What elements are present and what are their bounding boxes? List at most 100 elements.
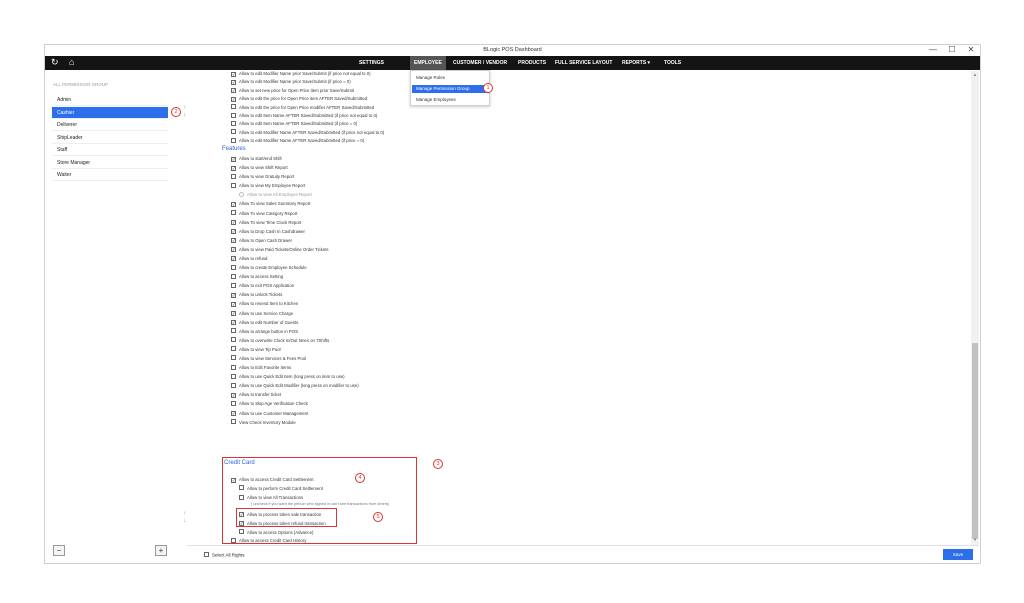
save-button[interactable]: Save [943,549,973,560]
permission-row[interactable]: ✓ Allow to start/end Shift [231,155,282,163]
nav-full-service-layout[interactable]: FULL SERVICE LAYOUT [551,56,616,70]
permission-checkbox[interactable] [231,264,236,270]
nav-tools[interactable]: TOOLS [660,56,685,70]
permission-row[interactable]: Allow to edit Item Name AFTER Saved/Subm… [231,120,357,128]
permission-checkbox[interactable] [231,346,236,352]
permission-checkbox[interactable]: ✓ [231,320,236,326]
permission-checkbox[interactable]: ✓ [231,201,236,207]
sidebar-item-shipleader[interactable]: ShipLeader [52,132,168,144]
permission-row[interactable]: Allow to exit POS Application [231,282,294,290]
permission-checkbox[interactable] [231,400,236,406]
sidebar-item-cashier[interactable]: Cashier [52,106,168,119]
scrollbar-down-icon[interactable]: ▼ [972,537,978,542]
nav-products[interactable]: PRODUCTS [514,56,550,70]
permission-checkbox[interactable]: ✓ [231,256,236,262]
permission-row[interactable]: View Check Inventory Module [231,419,296,427]
permission-checkbox[interactable] [231,273,236,279]
permission-row[interactable]: Allow to view My Employee Report [231,182,305,190]
permission-row[interactable]: ✓ Allow to edit the price for Open Price … [231,95,367,103]
permission-row[interactable]: Allow to arrange button in POS [231,328,298,336]
permission-row[interactable]: Allow to overwrite Clock In/Out times on… [231,337,329,345]
permission-row[interactable]: Allow to edit the price for Open Price m… [231,104,374,112]
sidebar-item-staff[interactable]: Staff [52,144,168,156]
permission-checkbox[interactable]: ✓ [231,165,236,171]
permission-row[interactable]: Allow to create Employee Schedule [231,264,307,272]
scrollbar-up-icon[interactable]: ▲ [972,72,978,77]
permission-checkbox[interactable]: ✓ [231,238,236,244]
permission-row[interactable]: ✓ Allow to edit Number of Guests [231,319,298,327]
permission-row[interactable]: Allow to edit Modifier Name AFTER Saved/… [231,137,364,145]
permission-checkbox[interactable]: ✓ [231,229,236,235]
permission-checkbox[interactable] [231,112,236,118]
permission-row[interactable]: Allow to access Setting [231,273,283,281]
permission-checkbox[interactable]: ✓ [231,392,236,398]
permission-checkbox[interactable] [231,537,236,543]
sidebar-item-store-manager[interactable]: Store Manager [52,157,168,169]
permission-checkbox[interactable] [231,173,236,179]
nav-settings[interactable]: SETTINGS [355,56,388,70]
permission-row[interactable]: ✓ Allow to Drop Cash In Cashdrawer [231,228,305,236]
permission-row[interactable]: Allow to edit Modifier Name AFTER Saved/… [231,129,384,137]
nav-customer-vendor[interactable]: CUSTOMER / VENDOR [449,56,511,70]
permission-row[interactable]: Allow to use Quick Edit Item (long press… [231,373,345,381]
permission-row[interactable]: ✓ Allow to use Customer Management [231,410,308,418]
permission-row[interactable]: ✓ Allow to transfer ticket [231,391,281,399]
permission-checkbox[interactable]: ✓ [231,411,236,417]
permission-checkbox[interactable]: ✓ [231,311,236,317]
permission-checkbox[interactable] [231,328,236,334]
permission-checkbox[interactable] [239,485,244,491]
home-icon[interactable]: ⌂ [69,58,74,67]
permission-checkbox[interactable] [239,529,244,534]
permission-row[interactable]: ✓ Allow to unlock Tickets [231,291,282,299]
permission-checkbox[interactable]: ✓ [231,96,236,102]
permission-checkbox[interactable]: ✓ [231,220,236,226]
permission-row[interactable]: ✓ Allow to resend Item to Kitchen [231,300,298,308]
permission-radio[interactable] [239,191,244,197]
sidebar-item-deliverer[interactable]: Deliverer [52,119,168,131]
permission-row[interactable]: Allow to view Tip Pool [231,346,281,354]
permission-row[interactable]: ✓ Allow to edit Modifier Name prior Save/… [231,71,371,78]
permission-checkbox[interactable] [231,382,236,388]
permission-row[interactable]: ✓ Allow to view Shift Report [231,164,288,172]
permission-checkbox[interactable] [231,210,236,216]
permission-checkbox[interactable] [231,373,236,379]
permission-row[interactable]: ✓ Allow To view Sales Summary Report [231,200,310,208]
permission-row[interactable]: ✓ Allow to Open Cash Drawer [231,237,292,245]
refresh-icon[interactable]: ↻ [51,58,59,67]
permission-row[interactable]: ✓ Allow to set new price for Open Price i… [231,87,354,95]
remove-group-button[interactable]: − [53,545,65,556]
permission-checkbox[interactable]: ✓ [231,477,236,483]
permission-checkbox[interactable]: ✓ [231,301,236,307]
permission-row[interactable]: Allow to access Options (Advance) [239,529,313,537]
permission-row[interactable]: ✓ Allow to edit Modifier Name prior Save/… [231,78,351,86]
permission-row[interactable]: Allow to Edit Favorite Items [231,364,291,372]
select-all-checkbox[interactable] [204,552,209,557]
permission-row[interactable]: Allow to access Credit Card History [231,537,306,544]
permission-row[interactable]: ✓ Allow To view Time Clock Report [231,219,301,227]
permission-row[interactable]: Allow to edit Item Name AFTER Saved/Subm… [231,112,377,120]
permission-checkbox[interactable]: ✓ [231,247,236,253]
select-all-rights[interactable]: Select All Rights [204,552,245,558]
nav-reports[interactable]: REPORTS ▾ [618,56,654,70]
permission-checkbox[interactable] [231,364,236,370]
permission-row[interactable]: ✓ Allow to view Paid Tickets/Online Order… [231,246,329,254]
sidebar-item-admin[interactable]: Admin [52,94,168,106]
permission-checkbox[interactable] [231,182,236,188]
permission-row[interactable]: Allow to view Services & Fees Pool [231,355,306,363]
permission-row[interactable]: ✓ Allow to access Credit Card Settlement [231,476,314,484]
permission-checkbox[interactable] [239,494,244,500]
permission-checkbox[interactable]: ✓ [231,292,236,298]
permission-row[interactable]: Allow to perform Credit Card Settlement [239,485,323,493]
permission-checkbox[interactable]: ✓ [231,156,236,162]
permission-checkbox[interactable] [231,419,236,425]
permission-row[interactable]: ✓ Allow to use Service Charge [231,310,293,318]
permission-checkbox[interactable] [231,137,236,143]
permission-checkbox[interactable]: ✓ [231,88,236,94]
nav-employee[interactable]: EMPLOYEE [410,56,446,70]
permission-row[interactable]: Allow to Skip Age Verification Check [231,400,308,408]
add-group-button[interactable]: + [155,545,167,556]
permission-checkbox[interactable] [231,104,236,110]
minimize-button[interactable]: — [926,46,940,55]
permission-checkbox[interactable] [231,337,236,343]
permission-checkbox[interactable]: ✓ [231,71,236,77]
